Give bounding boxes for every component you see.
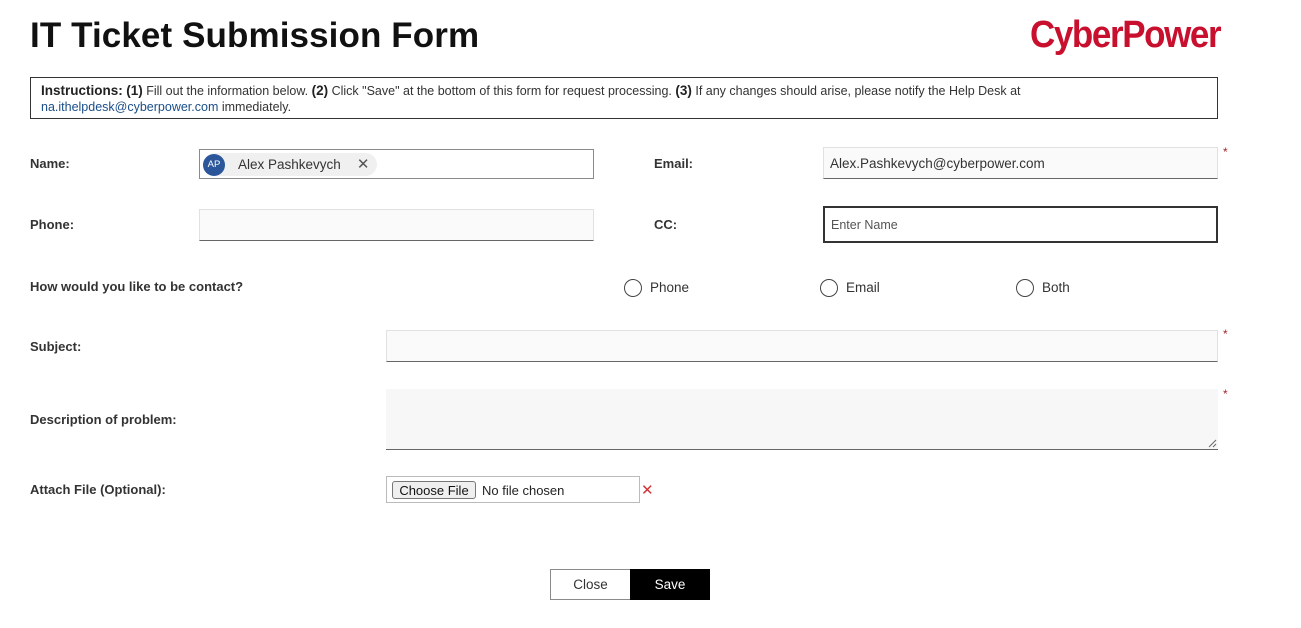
avatar: AP: [203, 153, 225, 176]
step1-text: Fill out the information below.: [146, 84, 309, 98]
persona-name: Alex Pashkevych: [238, 157, 341, 172]
subject-field[interactable]: [386, 330, 1218, 362]
step3-number: (3): [675, 83, 692, 98]
save-button[interactable]: Save: [630, 569, 710, 600]
instructions-box: Instructions: (1) Fill out the informati…: [30, 77, 1218, 119]
subject-required-marker: *: [1223, 327, 1228, 341]
page-title: IT Ticket Submission Form: [30, 16, 480, 55]
description-textarea[interactable]: [386, 389, 1218, 450]
phone-label: Phone:: [30, 217, 75, 232]
step1-number: (1): [126, 83, 143, 98]
email-label: Email:: [654, 156, 694, 171]
subject-label: Subject:: [30, 339, 82, 354]
name-people-picker[interactable]: AP Alex Pashkevych ✕: [199, 149, 594, 179]
resize-handle-icon[interactable]: [1208, 439, 1217, 448]
contact-both-radio[interactable]: [1016, 279, 1034, 297]
name-persona-chip: AP Alex Pashkevych ✕: [203, 153, 378, 176]
file-status: No file chosen: [482, 483, 565, 498]
cc-label: CC:: [654, 217, 678, 232]
instructions-suffix: immediately.: [221, 100, 292, 114]
step2-text: Click "Save" at the bottom of this form …: [331, 84, 672, 98]
choose-file-button[interactable]: Choose File: [392, 481, 476, 499]
contact-both-label[interactable]: Both: [1042, 280, 1070, 295]
contact-email-label[interactable]: Email: [846, 280, 880, 295]
description-label: Description of problem:: [30, 412, 177, 427]
cc-people-picker[interactable]: Enter Name: [823, 206, 1218, 243]
email-field[interactable]: Alex.Pashkevych@cyberpower.com: [823, 147, 1218, 179]
contact-phone-label[interactable]: Phone: [650, 280, 689, 295]
contact-phone-radio[interactable]: [624, 279, 642, 297]
description-required-marker: *: [1223, 387, 1228, 401]
clear-file-icon[interactable]: ✕: [641, 481, 654, 499]
email-required-marker: *: [1223, 145, 1228, 159]
file-input[interactable]: Choose File No file chosen: [386, 476, 640, 503]
close-button[interactable]: Close: [550, 569, 631, 600]
phone-field[interactable]: [199, 209, 594, 241]
instructions-label: Instructions:: [41, 83, 123, 98]
cyberpower-logo: CyberPower: [1030, 14, 1222, 56]
name-label: Name:: [30, 156, 70, 171]
helpdesk-email-link[interactable]: na.ithelpdesk@cyberpower.com: [41, 100, 218, 114]
step3-text: If any changes should arise, please noti…: [695, 84, 1021, 98]
contact-email-radio[interactable]: [820, 279, 838, 297]
attach-file-label: Attach File (Optional):: [30, 482, 166, 497]
step2-number: (2): [311, 83, 329, 98]
remove-person-icon[interactable]: ✕: [357, 157, 370, 172]
contact-preference-label: How would you like to be contact?: [30, 279, 244, 294]
